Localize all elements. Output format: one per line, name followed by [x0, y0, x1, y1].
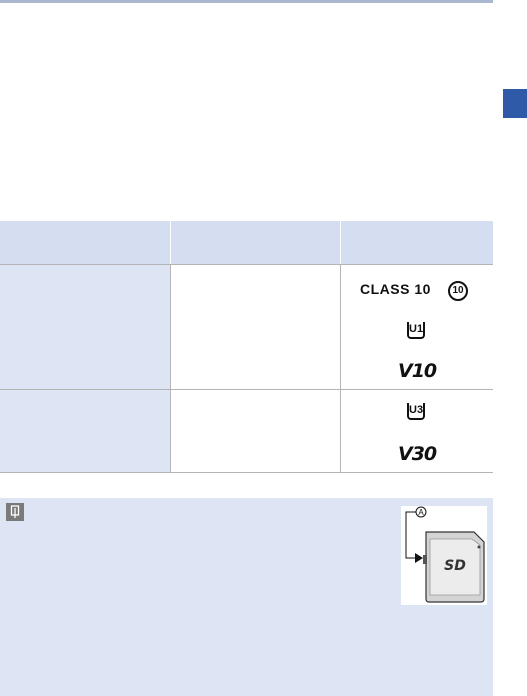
table-header-row — [0, 221, 493, 265]
uhs-speed-class-1-icon: U1 — [407, 319, 425, 339]
callout-label-a: A — [418, 508, 424, 517]
row2-cell-1 — [0, 390, 170, 472]
video-speed-class-10-icon: V10 — [398, 360, 437, 382]
header-cell-1 — [0, 221, 170, 264]
speed-class-table: CLASS 10 10 U1 V10 U3 V30 — [0, 221, 493, 473]
table-row: U3 V30 — [0, 390, 493, 473]
header-cell-2 — [171, 221, 340, 264]
row1-cell-1 — [0, 265, 170, 389]
uhs-speed-class-3-icon: U3 — [407, 400, 425, 420]
row1-cell-2 — [171, 265, 340, 389]
note-panel: A SD — [0, 498, 493, 696]
chapter-tab — [503, 89, 527, 118]
memo-icon — [6, 503, 24, 521]
row1-symbols: CLASS 10 10 U1 V10 — [341, 265, 493, 389]
table-row: CLASS 10 10 U1 V10 — [0, 265, 493, 390]
top-rule — [0, 0, 493, 3]
row2-cell-2 — [171, 390, 340, 472]
video-speed-class-30-icon: V30 — [398, 443, 437, 465]
header-cell-3 — [341, 221, 493, 264]
sd-card-illustration: A SD — [401, 506, 487, 605]
sd-logo: SD — [444, 558, 466, 574]
row2-symbols: U3 V30 — [341, 390, 493, 472]
class-10-circle-icon: 10 — [448, 281, 468, 301]
write-protect-arrow-icon — [415, 553, 423, 563]
sd-speed-class-10-icon: CLASS 10 — [360, 281, 431, 297]
